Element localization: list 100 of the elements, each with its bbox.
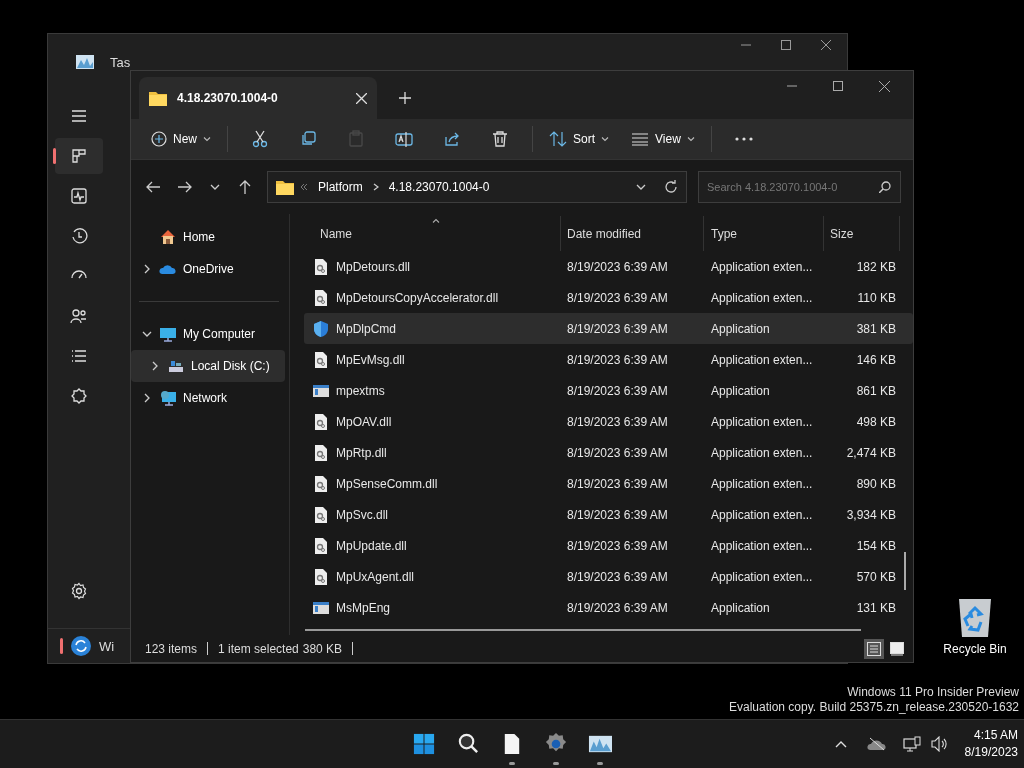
type-cell: Application exten... <box>711 538 813 553</box>
view-button[interactable]: View <box>623 123 703 155</box>
search-icon <box>456 732 480 756</box>
details-view-button[interactable] <box>864 638 884 659</box>
breadcrumb: 4.18.23070.1004-0 <box>388 180 490 194</box>
tab[interactable]: 4.18.23070.1004-0 <box>139 77 377 119</box>
nav-label: Network <box>183 391 227 405</box>
date-cell: 8/19/2023 6:39 AM <box>567 538 668 553</box>
file-name: MpSenseComm.dll <box>336 476 438 491</box>
scrollbar[interactable] <box>904 552 906 590</box>
volume-icon[interactable] <box>930 736 949 752</box>
file-name: MpDlpCmd <box>336 321 396 336</box>
file-name: MpEvMsg.dll <box>336 352 405 367</box>
nav-label: OneDrive <box>183 262 234 276</box>
file-row[interactable]: MpUpdate.dll 8/19/2023 6:39 AM Application exten... 154 KB <box>304 530 913 561</box>
sort-icon <box>549 131 567 147</box>
maximize-icon[interactable] <box>781 40 791 50</box>
type-cell: Application exten... <box>711 259 813 274</box>
file-row[interactable]: MpRtp.dll 8/19/2023 6:39 AM Application exten... 2,474 KB <box>304 437 913 468</box>
column-header[interactable]: Size <box>824 216 900 251</box>
file-name: MpSvc.dll <box>336 507 388 522</box>
rename-icon <box>395 130 413 148</box>
address-bar[interactable]: Platform 4.18.23070.1004-0 <box>267 171 687 203</box>
column-header[interactable]: Name <box>304 216 561 251</box>
gear-file-icon <box>312 536 330 555</box>
folder-icon <box>149 90 167 106</box>
app-name: Wi <box>99 638 115 654</box>
type-cell: Application <box>711 383 770 398</box>
sort-caret-icon <box>432 218 440 223</box>
maximize-icon[interactable] <box>833 81 843 91</box>
nav-item[interactable]: Local Disk (C:) <box>131 350 285 382</box>
gear-file-icon <box>312 350 330 369</box>
chevron-down-icon[interactable] <box>142 329 152 339</box>
clipboard-icon <box>347 130 365 148</box>
back-icon[interactable] <box>146 181 160 193</box>
details-icon <box>70 347 88 365</box>
new-button[interactable]: New <box>143 123 219 155</box>
size-cell: 861 KB <box>856 383 896 398</box>
type-cell: Application <box>711 600 770 615</box>
file-name: MpUpdate.dll <box>336 538 407 553</box>
nav-item[interactable]: Network <box>131 382 285 414</box>
desktop-icon-label: Recycle Bin <box>943 642 1007 656</box>
size-cell: 3,934 KB <box>846 507 896 522</box>
file-row[interactable]: MpSvc.dll 8/19/2023 6:39 AM Application exten... 3,934 KB <box>304 499 913 530</box>
file-row[interactable]: mpextms 8/19/2023 6:39 AM Application 861 KB <box>304 375 913 406</box>
close-icon[interactable] <box>878 80 890 92</box>
size-cell: 570 KB <box>856 569 896 584</box>
chevron-up-icon[interactable] <box>834 740 847 748</box>
clock[interactable]: 4:15 AM 8/19/2023 <box>964 727 1018 761</box>
nav-label: Home <box>183 230 215 244</box>
shield-icon <box>312 319 330 338</box>
file-row[interactable]: MpSenseComm.dll 8/19/2023 6:39 AM Application exten... 890 KB <box>304 468 913 499</box>
sort-button[interactable]: Sort <box>541 123 618 155</box>
network-icon <box>159 389 177 407</box>
double-chevron-icon <box>300 183 308 191</box>
nav-item[interactable]: My Computer <box>131 318 285 350</box>
date-cell: 8/19/2023 6:39 AM <box>567 476 668 491</box>
file-row[interactable]: MpOAV.dll 8/19/2023 6:39 AM Application exten... 498 KB <box>304 406 913 437</box>
plus-icon[interactable] <box>399 92 411 104</box>
desktop-icon[interactable]: Recycle Bin <box>940 596 1010 656</box>
file-row[interactable]: MsMpEng 8/19/2023 6:39 AM Application 131 KB <box>304 592 913 623</box>
gear-file-icon <box>312 288 330 307</box>
file-name: MsMpEng <box>336 600 391 615</box>
close-icon[interactable] <box>821 40 831 50</box>
file-row[interactable]: MpUxAgent.dll 8/19/2023 6:39 AM Application exten... 570 KB <box>304 561 913 592</box>
scrollbar[interactable] <box>305 629 861 631</box>
file-row[interactable]: MpEvMsg.dll 8/19/2023 6:39 AM Application exten... 146 KB <box>304 344 913 375</box>
size-cell: 2,474 KB <box>846 445 896 460</box>
tab-title: 4.18.23070.1004-0 <box>177 91 278 105</box>
file-name: mpextms <box>336 383 385 398</box>
watermark-text: Evaluation copy. Build 25375.zn_release.230520-1632 <box>729 700 1019 715</box>
nav-item[interactable]: OneDrive <box>131 253 285 285</box>
chevron-down-icon[interactable] <box>210 184 220 190</box>
gear-file-icon <box>312 443 330 462</box>
home-icon <box>159 228 177 246</box>
gear-file-icon <box>312 567 330 586</box>
date-cell: 8/19/2023 6:39 AM <box>567 569 668 584</box>
size-cell: 890 KB <box>856 476 896 491</box>
column-header[interactable]: Date modified <box>561 216 704 251</box>
chevron-right-icon[interactable] <box>142 393 152 403</box>
search-icon <box>879 181 891 193</box>
search-field[interactable]: Search 4.18.23070.1004-0 <box>698 171 901 203</box>
date-cell: 8/19/2023 6:39 AM <box>567 259 668 274</box>
size-cell: 381 KB <box>856 321 896 336</box>
file-row[interactable]: MpDlpCmd 8/19/2023 6:39 AM Application 381 KB <box>304 313 913 344</box>
chevron-right-icon[interactable] <box>142 264 152 274</box>
file-row[interactable]: MpDetours.dll 8/19/2023 6:39 AM Application exten... 182 KB <box>304 251 913 282</box>
chevron-down-icon[interactable] <box>636 184 646 190</box>
copy-icon <box>299 130 317 148</box>
gear-file-icon <box>312 412 330 431</box>
column-header[interactable]: Type <box>704 216 824 251</box>
chevron-right-icon[interactable] <box>150 361 160 371</box>
sidebar-item[interactable] <box>55 138 103 174</box>
file-row[interactable]: MpDetoursCopyAccelerator.dll 8/19/2023 6:39 AM Application exten... 110 KB <box>304 282 913 313</box>
network-icon[interactable] <box>902 736 921 752</box>
nav-item[interactable]: Home <box>131 221 285 253</box>
refresh-icon[interactable] <box>664 180 678 194</box>
up-icon[interactable] <box>239 180 251 194</box>
forward-icon[interactable] <box>178 181 192 193</box>
cloud-icon[interactable] <box>866 737 887 751</box>
